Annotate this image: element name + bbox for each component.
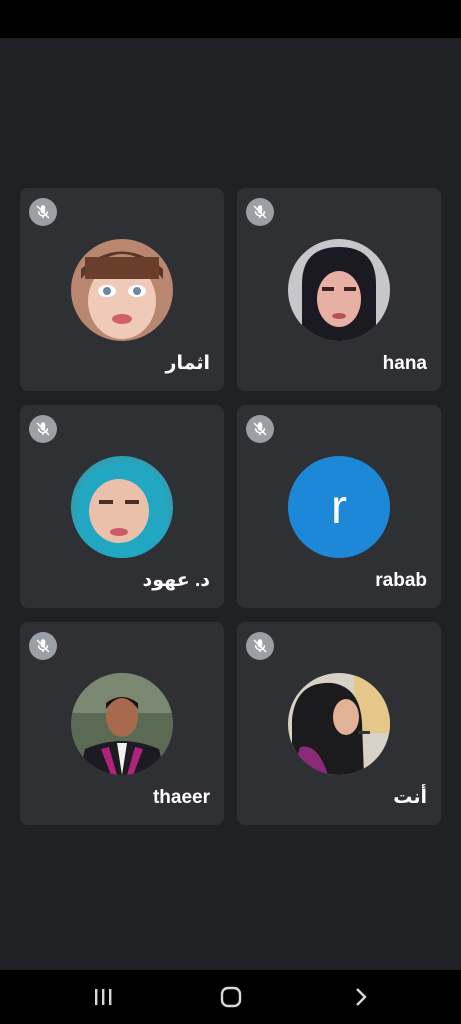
participant-name: rabab	[375, 570, 427, 591]
participant-tile[interactable]: hana	[237, 188, 441, 391]
mic-off-icon	[246, 632, 274, 660]
participant-name: اثمار	[165, 353, 210, 374]
participant-tile[interactable]: thaeer	[20, 622, 224, 825]
avatar	[71, 239, 173, 341]
mic-off-icon	[29, 632, 57, 660]
mic-off-icon	[29, 198, 57, 226]
home-icon[interactable]	[216, 984, 246, 1010]
navigation-bar	[0, 970, 461, 1024]
avatar	[288, 239, 390, 341]
participant-grid: اثمار hana د. عهود r rabab thaeer أنت	[0, 0, 461, 1024]
avatar	[288, 673, 390, 775]
recents-icon[interactable]	[88, 984, 118, 1010]
avatar	[71, 673, 173, 775]
mic-off-icon	[246, 198, 274, 226]
participant-tile[interactable]: د. عهود	[20, 405, 224, 608]
avatar-letter: r	[331, 480, 347, 534]
participant-name: thaeer	[152, 787, 210, 808]
participant-tile[interactable]: أنت	[237, 622, 441, 825]
avatar: r	[288, 456, 390, 558]
participant-name: أنت	[393, 787, 427, 808]
back-icon[interactable]	[346, 984, 376, 1010]
participant-name: hana	[382, 353, 427, 374]
participant-name: د. عهود	[142, 570, 211, 591]
mic-off-icon	[29, 415, 57, 443]
mic-off-icon	[246, 415, 274, 443]
participant-tile[interactable]: r rabab	[237, 405, 441, 608]
participant-tile[interactable]: اثمار	[20, 188, 224, 391]
avatar	[71, 456, 173, 558]
